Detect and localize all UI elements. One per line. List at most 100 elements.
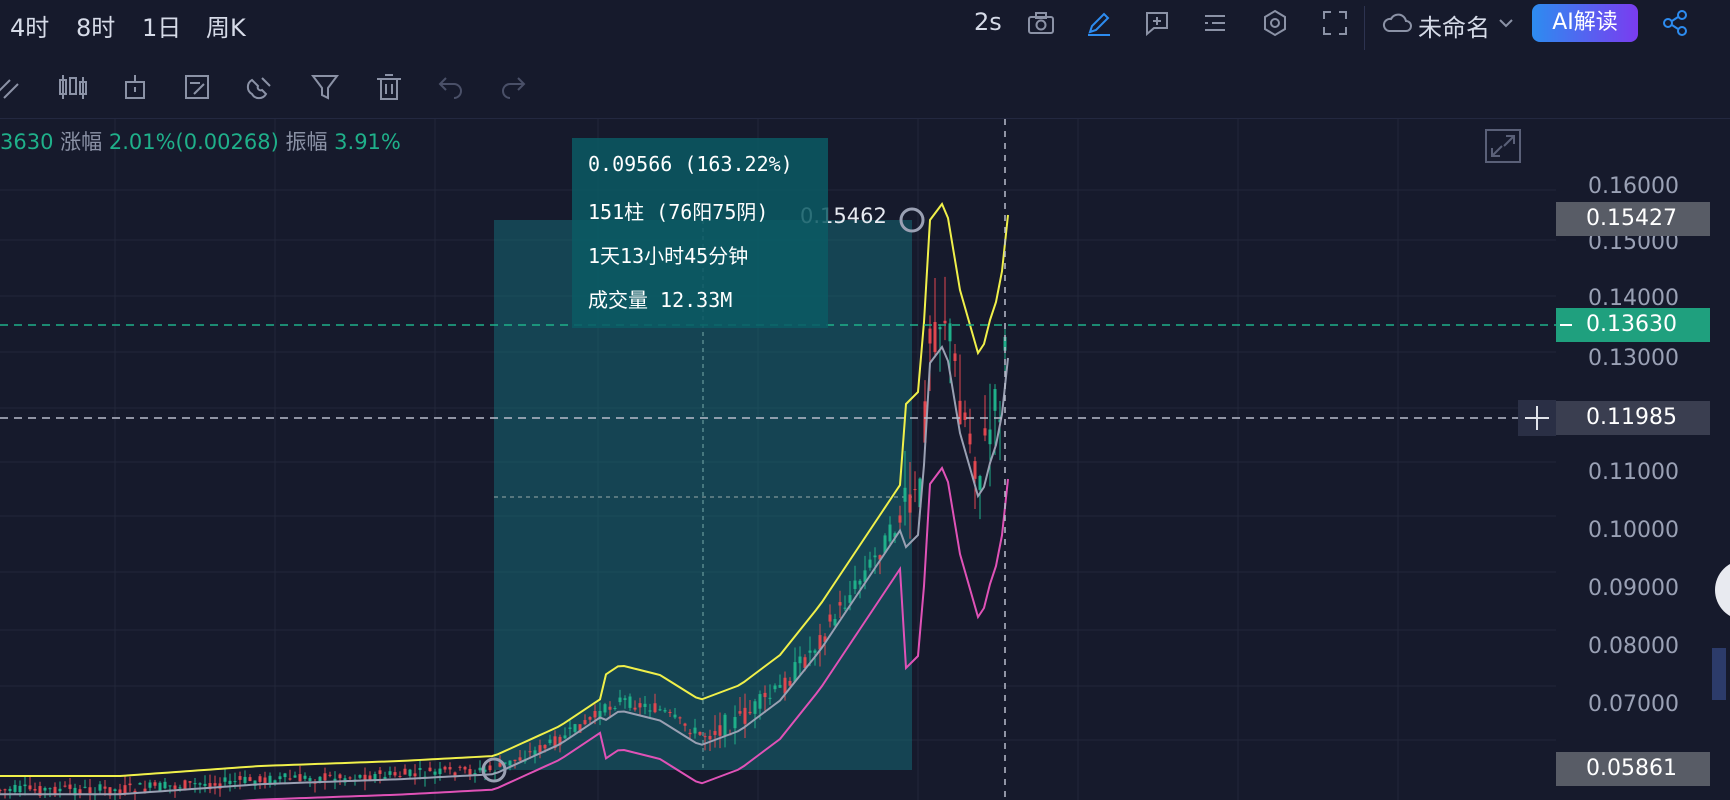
expand-chart-icon[interactable] xyxy=(1485,129,1521,163)
crosshair-plus-icon[interactable] xyxy=(1518,400,1556,436)
candle-body xyxy=(708,735,712,740)
measure-volume: 成交量 12.33M xyxy=(588,288,733,312)
candle-body xyxy=(28,785,32,790)
undo-icon[interactable] xyxy=(436,72,466,102)
candle-body xyxy=(488,765,492,771)
candle-body xyxy=(848,595,852,603)
candle-body xyxy=(678,717,682,719)
candle-body xyxy=(203,783,207,786)
candle-body xyxy=(933,322,937,353)
divider xyxy=(1364,6,1365,50)
refresh-interval[interactable]: 2s xyxy=(974,8,1002,36)
candle-body xyxy=(628,696,632,708)
redo-icon[interactable] xyxy=(498,72,528,102)
list-icon[interactable] xyxy=(1200,8,1230,38)
candle-body xyxy=(963,412,967,421)
change-value: 2.01%(0.00268) xyxy=(108,130,279,154)
timeframe-weekly[interactable]: 周K xyxy=(206,8,246,43)
candle-body xyxy=(508,760,512,766)
cloud-icon[interactable] xyxy=(1380,8,1414,38)
magnet-icon[interactable] xyxy=(244,72,274,102)
candle-body xyxy=(378,770,382,774)
low-price-tag: 0.05861 xyxy=(1556,752,1710,786)
candle-body xyxy=(163,781,167,789)
candle-body xyxy=(853,580,857,589)
drawing-icon[interactable] xyxy=(0,72,24,102)
change-label: 涨幅 xyxy=(60,130,103,154)
candle-body xyxy=(643,703,647,707)
candle-body xyxy=(713,731,717,735)
edit-template-icon[interactable] xyxy=(182,72,212,102)
candle-body xyxy=(223,777,227,782)
candle-body xyxy=(23,784,27,787)
chevron-down-icon[interactable] xyxy=(1496,8,1516,38)
candle-body xyxy=(443,766,447,770)
amplitude-value: 3.91% xyxy=(334,130,401,154)
candle-body xyxy=(898,515,902,523)
pencil-icon[interactable] xyxy=(1084,8,1114,38)
candle-body xyxy=(213,783,217,786)
candle-body xyxy=(763,692,767,698)
candle-body xyxy=(298,774,302,782)
candle-body xyxy=(548,739,552,744)
price-tick: 0.08000 xyxy=(1588,634,1679,659)
candle-body xyxy=(983,428,987,436)
camera-icon[interactable] xyxy=(1026,8,1056,38)
candle-body xyxy=(123,785,127,794)
candle-body xyxy=(68,784,72,789)
candle-body xyxy=(753,701,757,714)
drawing-toolbar xyxy=(0,52,1730,119)
candle-body xyxy=(153,782,157,786)
candle-body xyxy=(658,709,662,711)
candle-body xyxy=(18,785,22,793)
amplitude-label: 振幅 xyxy=(285,130,328,154)
candle-body xyxy=(328,774,332,776)
layout-name[interactable]: 未命名 xyxy=(1418,8,1490,43)
candle-body xyxy=(278,776,282,780)
filter-icon[interactable] xyxy=(310,72,340,102)
candle-body xyxy=(468,769,472,776)
candle-body xyxy=(948,323,952,342)
candle-body xyxy=(758,694,762,709)
measure-duration: 1天13小时45分钟 xyxy=(588,244,749,268)
candle-body xyxy=(243,776,247,783)
fullscreen-icon[interactable] xyxy=(1320,8,1350,38)
candle-body xyxy=(248,777,252,782)
candle-body xyxy=(348,777,352,779)
ai-interpret-button[interactable]: AI解读 xyxy=(1532,4,1638,42)
price-tick: 0.07000 xyxy=(1588,692,1679,717)
candle-body xyxy=(438,768,442,775)
candle-body xyxy=(193,783,197,785)
collapse-sidebar-icon[interactable] xyxy=(1712,648,1726,700)
candle-body xyxy=(318,776,322,782)
candle-body xyxy=(148,782,152,788)
candle-body xyxy=(303,775,307,779)
candle-body xyxy=(433,771,437,775)
timeframe-1d[interactable]: 1日 xyxy=(142,8,181,43)
candle-body xyxy=(888,524,892,542)
price-tick: 0.10000 xyxy=(1588,518,1679,543)
candle-body xyxy=(993,389,997,411)
candle-body xyxy=(528,751,532,753)
candle-body xyxy=(938,327,942,330)
trash-icon[interactable] xyxy=(374,72,404,102)
candle-body xyxy=(668,712,672,714)
candle-body xyxy=(543,744,547,749)
candle-body xyxy=(233,781,237,783)
share-icon[interactable] xyxy=(1660,8,1690,38)
candlestick-icon[interactable] xyxy=(56,72,90,102)
candle-body xyxy=(973,461,977,479)
candle-body xyxy=(518,757,522,761)
candle-body xyxy=(228,780,232,784)
add-panel-icon[interactable] xyxy=(1142,8,1172,38)
candle-body xyxy=(418,767,422,770)
current-price-marker xyxy=(1560,324,1572,326)
settings-icon[interactable] xyxy=(1260,8,1290,38)
timeframe-8h[interactable]: 8时 xyxy=(76,8,115,43)
price-chart[interactable]: 0.15462 xyxy=(0,119,1730,800)
candle-body xyxy=(323,773,327,781)
candle-body xyxy=(458,766,462,768)
candle-body xyxy=(768,697,772,699)
indicator-icon[interactable] xyxy=(120,72,150,102)
timeframe-4h[interactable]: 4时 xyxy=(10,8,49,43)
